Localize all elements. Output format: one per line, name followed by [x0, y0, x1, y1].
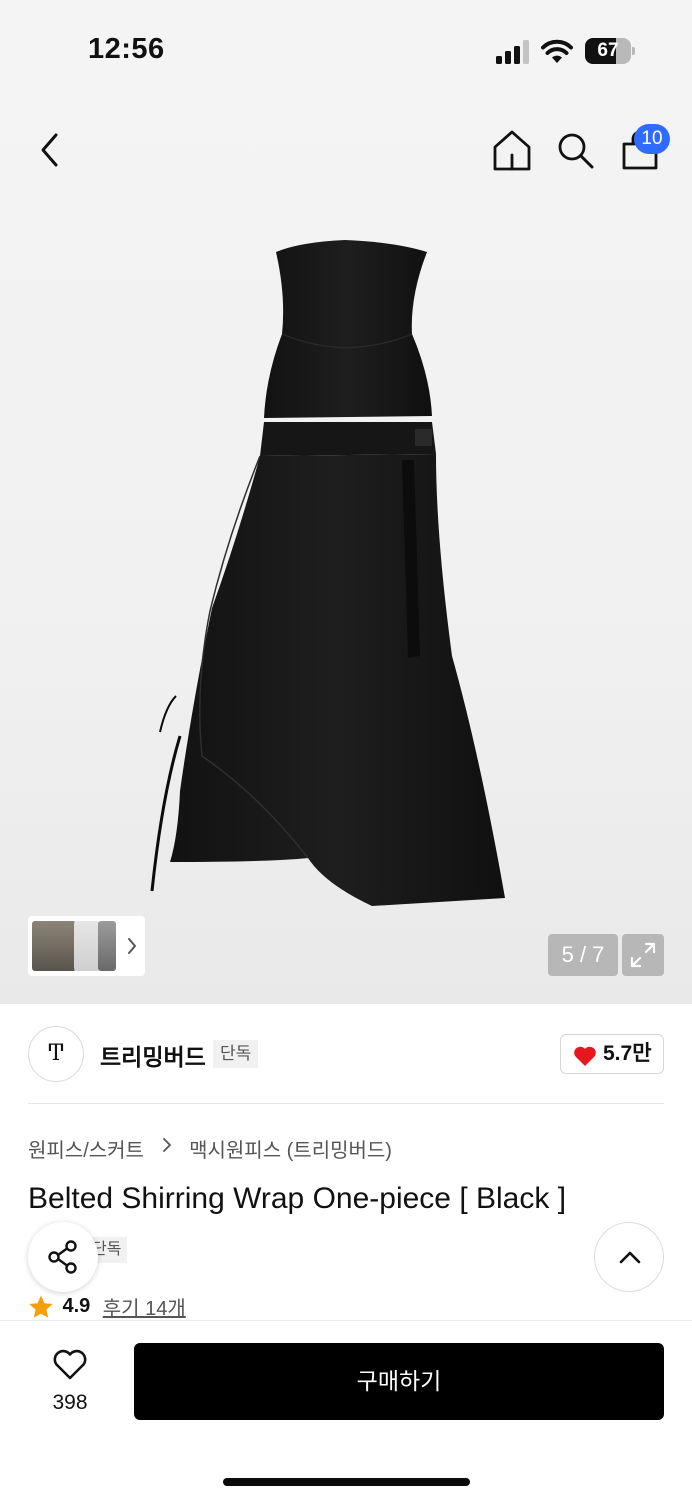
status-time: 12:56 [88, 33, 165, 65]
wifi-icon [541, 39, 573, 63]
review-count-link[interactable]: 후기 14개 [103, 1292, 186, 1321]
battery-icon: 67 [585, 38, 635, 64]
home-icon[interactable] [490, 128, 534, 172]
brand-logo[interactable]: Ͳ [28, 1026, 84, 1082]
search-icon[interactable] [554, 128, 596, 172]
star-icon [29, 1295, 53, 1318]
heart-filled-icon [574, 1046, 596, 1066]
thumbnail-strip[interactable] [28, 916, 145, 976]
breadcrumb-subcategory[interactable]: 맥시원피스 (트리밍버드) [189, 1134, 392, 1163]
brand-name[interactable]: 트리밍버드 [100, 1038, 206, 1072]
chevron-right-icon[interactable] [126, 934, 138, 958]
breadcrumb-category[interactable]: 원피스/스커트 [28, 1134, 144, 1163]
expand-icon[interactable] [622, 934, 664, 976]
divider [28, 1103, 664, 1104]
chevron-right-icon [162, 1137, 171, 1152]
share-button[interactable] [28, 1222, 98, 1292]
cellular-signal-icon [496, 40, 529, 64]
chevron-up-icon [619, 1251, 641, 1264]
brand-like-count: 5.7만 [603, 1042, 652, 1065]
wishlist-count: 398 [52, 1391, 88, 1414]
share-icon [48, 1240, 77, 1274]
exclusive-badge: 단독 [213, 1040, 259, 1068]
brand-like-button[interactable]: 5.7만 [560, 1034, 664, 1074]
battery-level: 67 [597, 40, 619, 61]
cart-count-badge: 10 [634, 124, 670, 154]
home-indicator [223, 1478, 470, 1486]
product-title: Belted Shirring Wrap One-piece [ Black ] [28, 1182, 567, 1215]
rating-value: 4.9 [62, 1295, 91, 1317]
wishlist-button[interactable]: 398 [30, 1343, 110, 1433]
product-dress-image[interactable] [140, 236, 520, 936]
scroll-to-top-button[interactable] [594, 1222, 664, 1292]
buy-button[interactable]: 구매하기 [134, 1343, 664, 1420]
product-hero: 12:56 67 10 5 / 7 [0, 0, 692, 1004]
bottom-action-bar: 398 구매하기 [0, 1320, 692, 1500]
heart-outline-icon [53, 1349, 87, 1380]
brand-row[interactable]: Ͳ 트리밍버드 단독 5.7만 [28, 1024, 664, 1084]
rating-row: 4.9 후기 14개 [28, 1292, 186, 1322]
breadcrumb: 원피스/스커트 맥시원피스 (트리밍버드) [28, 1134, 392, 1162]
battery-body: 67 [585, 38, 631, 64]
thumbnail-image[interactable] [32, 921, 76, 971]
back-arrow-icon[interactable] [30, 128, 70, 172]
image-page-counter: 5 / 7 [548, 934, 618, 976]
thumbnail-image[interactable] [74, 921, 100, 971]
battery-tip [632, 47, 635, 55]
top-nav [0, 120, 692, 180]
thumbnail-image[interactable] [98, 921, 116, 971]
status-bar: 12:56 67 [0, 0, 692, 100]
